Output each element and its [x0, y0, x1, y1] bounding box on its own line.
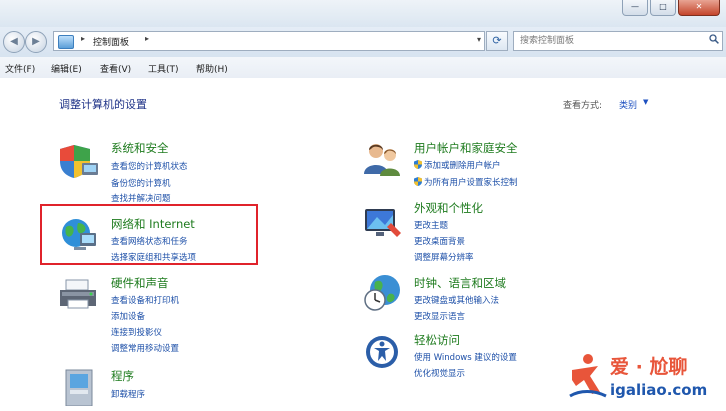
watermark-logo-icon: [569, 354, 607, 398]
task-link-label: 添加或删除用户帐户: [424, 161, 501, 171]
breadcrumb-arrow-icon[interactable]: ▸: [145, 34, 149, 43]
search-icon[interactable]: [709, 34, 719, 44]
category-ease-of-access[interactable]: 轻松访问: [414, 332, 460, 348]
view-by-label: 查看方式:: [563, 101, 603, 111]
task-link[interactable]: 为所有用户设置家长控制: [414, 176, 518, 188]
page-title: 调整计算机的设置: [59, 98, 147, 111]
category-system-security[interactable]: 系统和安全: [111, 140, 169, 156]
task-link[interactable]: 卸载程序: [111, 388, 145, 400]
task-link[interactable]: 调整常用移动设置: [111, 342, 179, 354]
task-link[interactable]: 更改桌面背景: [414, 235, 465, 247]
user-accounts-icon[interactable]: [363, 140, 403, 180]
maximize-button[interactable]: □: [650, 0, 676, 16]
refresh-button[interactable]: ⟳: [486, 31, 508, 51]
task-link[interactable]: 添加设备: [111, 310, 145, 322]
programs-box-icon[interactable]: [60, 366, 100, 406]
menu-tools[interactable]: 工具(T): [148, 62, 179, 75]
task-link[interactable]: 查看设备和打印机: [111, 294, 179, 306]
search-input[interactable]: [514, 32, 714, 50]
chevron-down-icon[interactable]: ▼: [643, 98, 648, 106]
task-link[interactable]: 备份您的计算机: [111, 177, 171, 189]
forward-button[interactable]: ▶: [25, 31, 47, 53]
control-panel-icon: [58, 35, 74, 49]
navigation-bar: ◀ ▶ ▸ 控制面板 ▸ ▾ ⟳: [0, 27, 726, 57]
uac-shield-icon: [414, 160, 422, 169]
back-button[interactable]: ◀: [3, 31, 25, 53]
category-programs[interactable]: 程序: [111, 368, 134, 384]
uac-shield-icon: [414, 177, 422, 186]
task-link[interactable]: 查看您的计算机状态: [111, 160, 188, 172]
watermark-url: igaliao.com: [610, 381, 708, 399]
task-link[interactable]: 连接到投影仪: [111, 326, 162, 338]
menu-view[interactable]: 查看(V): [100, 62, 131, 75]
breadcrumb-control-panel[interactable]: 控制面板: [93, 35, 129, 48]
view-by-dropdown[interactable]: 类别: [619, 98, 637, 111]
task-link[interactable]: 调整屏幕分辨率: [414, 251, 474, 263]
task-link[interactable]: 添加或删除用户帐户: [414, 159, 501, 171]
control-panel-content: 调整计算机的设置 查看方式: 类别 ▼ 系统和安全 查看您的计算机状态 备份您的…: [0, 78, 726, 411]
ease-of-access-icon[interactable]: [364, 334, 404, 374]
task-link[interactable]: 优化视觉显示: [414, 367, 465, 379]
task-link-label: 为所有用户设置家长控制: [424, 178, 518, 188]
menu-help[interactable]: 帮助(H): [196, 62, 228, 75]
chevron-down-icon[interactable]: ▾: [477, 35, 481, 44]
menu-file[interactable]: 文件(F): [5, 62, 35, 75]
highlight-box: [40, 204, 258, 265]
minimize-button[interactable]: —: [622, 0, 648, 16]
printer-icon[interactable]: [58, 274, 98, 314]
menu-bar: 文件(F) 编辑(E) 查看(V) 工具(T) 帮助(H): [0, 57, 726, 79]
title-bar: — □ ✕: [0, 0, 726, 27]
search-box[interactable]: [513, 31, 723, 51]
watermark-brand: 爱 · 尬聊: [610, 356, 688, 378]
system-security-shield-icon[interactable]: [60, 141, 100, 181]
address-bar[interactable]: ▸ 控制面板 ▸ ▾: [53, 31, 485, 51]
task-link[interactable]: 更改键盘或其他输入法: [414, 294, 499, 306]
task-link[interactable]: 使用 Windows 建议的设置: [414, 351, 517, 363]
appearance-monitor-icon[interactable]: [363, 203, 403, 243]
task-link[interactable]: 查找并解决问题: [111, 192, 171, 204]
watermark: 爱 · 尬聊 igaliao.com: [566, 346, 726, 411]
clock-globe-icon[interactable]: [363, 272, 403, 312]
window-controls: — □ ✕: [622, 0, 720, 16]
category-clock-language-region[interactable]: 时钟、语言和区域: [414, 275, 506, 291]
close-button[interactable]: ✕: [678, 0, 720, 16]
task-link[interactable]: 更改显示语言: [414, 310, 465, 322]
category-user-accounts[interactable]: 用户帐户和家庭安全: [414, 140, 518, 156]
category-hardware-sound[interactable]: 硬件和声音: [111, 275, 169, 291]
breadcrumb-arrow-icon[interactable]: ▸: [81, 34, 85, 43]
task-link[interactable]: 更改主题: [414, 219, 448, 231]
category-appearance[interactable]: 外观和个性化: [414, 200, 483, 216]
menu-edit[interactable]: 编辑(E): [51, 62, 82, 75]
